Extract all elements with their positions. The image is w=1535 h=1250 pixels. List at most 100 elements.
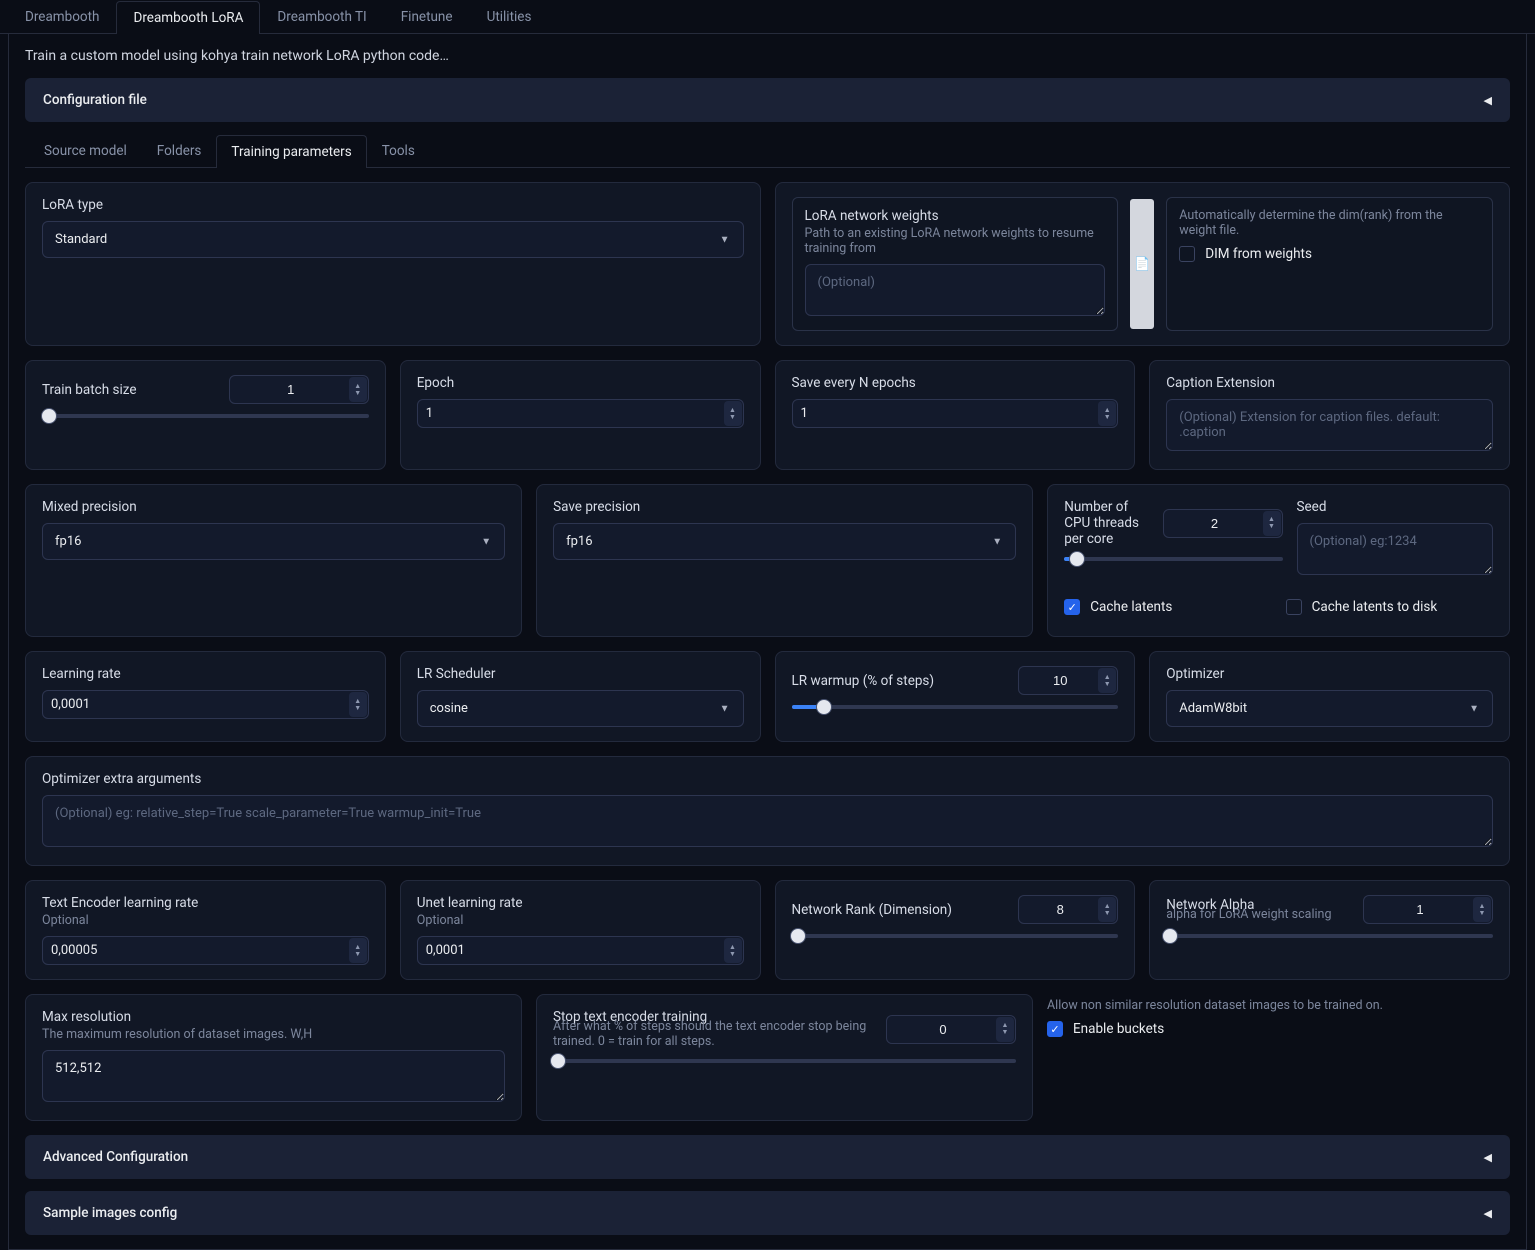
accordion-sample-config[interactable]: Sample images config ◀	[25, 1191, 1510, 1235]
document-icon[interactable]: 📄	[1130, 199, 1154, 329]
panel-caption-ext: Caption Extension	[1149, 360, 1510, 470]
net-alpha-slider[interactable]	[1166, 934, 1493, 938]
epoch-input[interactable]	[417, 399, 744, 428]
spinner-icon[interactable]: ▲▼	[349, 692, 367, 717]
config-file-title: Configuration file	[43, 92, 147, 108]
caption-ext-input[interactable]	[1166, 399, 1493, 451]
lr-input[interactable]	[42, 690, 369, 719]
checkbox-checked-icon: ✓	[1047, 1021, 1063, 1037]
cpu-threads-slider[interactable]	[1064, 557, 1282, 561]
epoch-label: Epoch	[417, 375, 744, 391]
te-lr-input[interactable]	[42, 936, 369, 965]
tab-finetune[interactable]: Finetune	[384, 0, 470, 33]
lr-label: Learning rate	[42, 666, 369, 682]
enable-buckets-checkbox[interactable]: ✓ Enable buckets	[1047, 1021, 1510, 1037]
panel-optimizer-args: Optimizer extra arguments	[25, 756, 1510, 866]
panel-lr-scheduler: LR Scheduler cosine ▼	[400, 651, 761, 742]
net-alpha-stepper[interactable]: ▲▼	[1363, 895, 1493, 924]
tab-source-model[interactable]: Source model	[29, 134, 142, 167]
lr-scheduler-value: cosine	[417, 690, 744, 727]
dim-label: DIM from weights	[1205, 246, 1312, 262]
dim-help: Automatically determine the dim(rank) fr…	[1179, 208, 1480, 238]
train-batch-stepper[interactable]: ▲▼	[229, 375, 369, 404]
spinner-icon[interactable]: ▲▼	[996, 1017, 1014, 1042]
lr-warmup-stepper[interactable]: ▲▼	[1018, 666, 1118, 695]
top-tabs: Dreambooth Dreambooth LoRA Dreambooth TI…	[0, 0, 1535, 34]
spinner-icon[interactable]: ▲▼	[724, 938, 742, 963]
dim-from-weights-checkbox[interactable]: DIM from weights	[1179, 246, 1480, 262]
panel-optimizer: Optimizer AdamW8bit ▼	[1149, 651, 1510, 742]
lr-warmup-slider[interactable]	[792, 705, 1119, 709]
triangle-left-icon: ◀	[1484, 1151, 1492, 1164]
spinner-icon[interactable]: ▲▼	[1098, 401, 1116, 426]
train-batch-slider[interactable]	[42, 414, 369, 418]
tab-utilities[interactable]: Utilities	[470, 0, 549, 33]
adv-config-title: Advanced Configuration	[43, 1149, 188, 1165]
unet-lr-input[interactable]	[417, 936, 744, 965]
opt-args-input[interactable]	[42, 795, 1493, 847]
sample-config-title: Sample images config	[43, 1205, 177, 1221]
net-alpha-sublabel: alpha for LoRA weight scaling	[1166, 907, 1331, 922]
save-precision-value: fp16	[553, 523, 1016, 560]
seed-input[interactable]	[1297, 523, 1493, 575]
lora-type-select[interactable]: Standard ▼	[42, 221, 744, 258]
net-rank-slider[interactable]	[792, 934, 1119, 938]
lr-sched-label: LR Scheduler	[417, 666, 744, 682]
lr-warmup-label: LR warmup (% of steps)	[792, 673, 935, 689]
optimizer-select[interactable]: AdamW8bit ▼	[1166, 690, 1493, 727]
checkbox-checked-icon: ✓	[1064, 599, 1080, 615]
spinner-icon[interactable]: ▲▼	[1263, 511, 1281, 536]
cache-latents-label: Cache latents	[1090, 599, 1172, 615]
max-res-label: Max resolution	[42, 1009, 505, 1025]
spinner-icon[interactable]: ▲▼	[349, 938, 367, 963]
lora-type-value: Standard	[42, 221, 744, 258]
accordion-config-file[interactable]: Configuration file ◀	[25, 78, 1510, 122]
panel-lora-type: LoRA type Standard ▼	[25, 182, 761, 346]
tab-dreambooth-lora[interactable]: Dreambooth LoRA	[116, 1, 260, 34]
spinner-icon[interactable]: ▲▼	[1098, 668, 1116, 693]
te-lr-label: Text Encoder learning rate	[42, 895, 369, 911]
net-rank-stepper[interactable]: ▲▼	[1018, 895, 1118, 924]
mixed-precision-label: Mixed precision	[42, 499, 505, 515]
triangle-left-icon: ◀	[1484, 94, 1492, 107]
save-n-input[interactable]	[792, 399, 1119, 428]
panel-lora-weights: LoRA network weights Path to an existing…	[775, 182, 1511, 346]
stop-te-stepper[interactable]: ▲▼	[886, 1015, 1016, 1044]
tab-dreambooth-ti[interactable]: Dreambooth TI	[260, 0, 383, 33]
panel-net-alpha: Network Alpha alpha for LoRA weight scal…	[1149, 880, 1510, 980]
sub-tabs: Source model Folders Training parameters…	[25, 134, 1510, 168]
lora-type-label: LoRA type	[42, 197, 744, 213]
checkbox-unchecked-icon	[1286, 599, 1302, 615]
spinner-icon[interactable]: ▲▼	[1473, 897, 1491, 922]
cpu-threads-stepper[interactable]: ▲▼	[1163, 509, 1283, 538]
stop-te-slider[interactable]	[553, 1059, 1016, 1063]
stop-te-sublabel: After what % of steps should the text en…	[553, 1019, 876, 1049]
spinner-icon[interactable]: ▲▼	[1098, 897, 1116, 922]
accordion-advanced-config[interactable]: Advanced Configuration ◀	[25, 1135, 1510, 1179]
spinner-icon[interactable]: ▲▼	[724, 401, 742, 426]
train-batch-input[interactable]	[229, 375, 369, 404]
max-res-input[interactable]	[42, 1050, 505, 1102]
unet-lr-sublabel: Optional	[417, 913, 744, 928]
cache-latents-disk-label: Cache latents to disk	[1312, 599, 1438, 615]
checkbox-unchecked-icon	[1179, 246, 1195, 262]
caption-ext-label: Caption Extension	[1166, 375, 1493, 391]
max-res-sublabel: The maximum resolution of dataset images…	[42, 1027, 505, 1042]
lr-scheduler-select[interactable]: cosine ▼	[417, 690, 744, 727]
cache-latents-disk-checkbox[interactable]: Cache latents to disk	[1286, 599, 1493, 615]
lora-weights-label: LoRA network weights	[805, 208, 1106, 224]
lora-weights-input[interactable]	[805, 264, 1106, 316]
tab-tools[interactable]: Tools	[367, 134, 430, 167]
mixed-precision-select[interactable]: fp16 ▼	[42, 523, 505, 560]
save-precision-label: Save precision	[553, 499, 1016, 515]
tab-training-parameters[interactable]: Training parameters	[216, 135, 366, 168]
tab-dreambooth[interactable]: Dreambooth	[8, 0, 116, 33]
tab-folders[interactable]: Folders	[142, 134, 217, 167]
save-precision-select[interactable]: fp16 ▼	[553, 523, 1016, 560]
page-subtitle: Train a custom model using kohya train n…	[25, 48, 1510, 64]
spinner-icon[interactable]: ▲▼	[349, 377, 367, 402]
optimizer-value: AdamW8bit	[1166, 690, 1493, 727]
cache-latents-checkbox[interactable]: ✓ Cache latents	[1064, 599, 1271, 615]
mixed-precision-value: fp16	[42, 523, 505, 560]
optimizer-label: Optimizer	[1166, 666, 1493, 682]
